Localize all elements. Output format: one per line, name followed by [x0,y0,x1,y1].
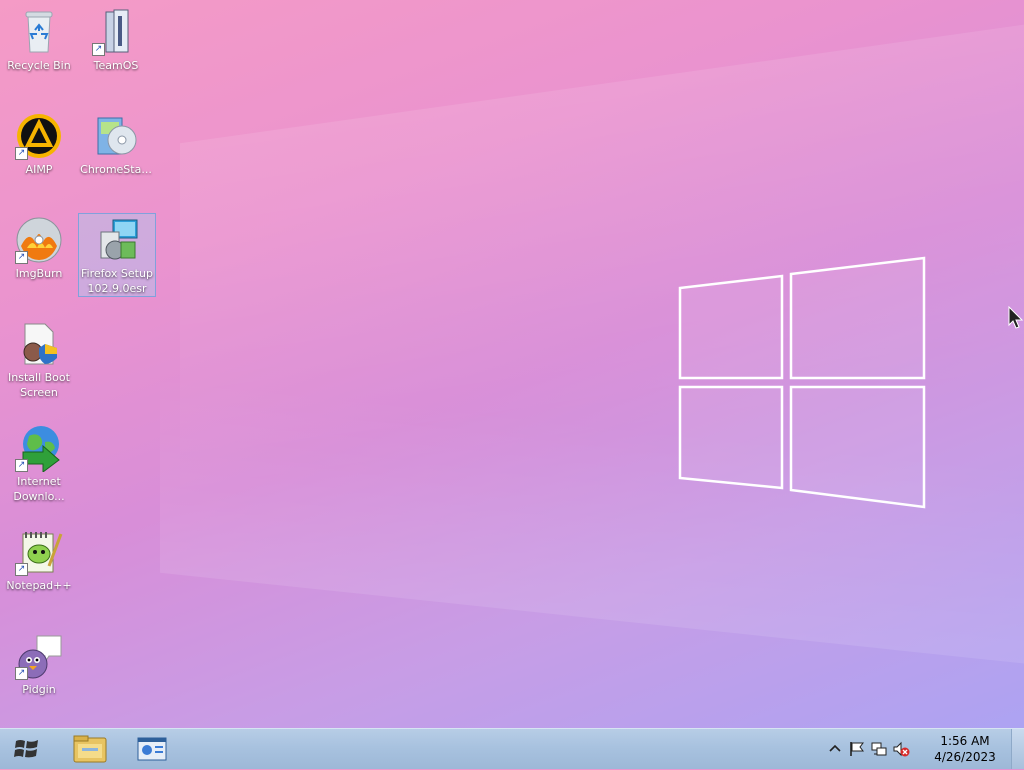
taskbar: 1:56 AM 4/26/2023 [0,728,1024,769]
desktop-icon-firefox-setup[interactable]: Firefox Setup 102.9.0esr [78,213,156,297]
clock-date: 4/26/2023 [934,750,996,764]
desktop-icon-label: TeamOS [93,59,139,72]
action-center-button[interactable] [848,740,866,758]
mouse-cursor-icon [1008,306,1024,329]
desktop-icon-imgburn[interactable]: ↗ ImgBurn [1,216,77,281]
desktop-icon-label: AIMP [25,163,53,176]
system-tray [824,729,924,769]
file-explorer-icon [73,735,107,763]
shortcut-arrow-icon: ↗ [15,459,28,472]
show-hidden-icons-button[interactable] [826,740,844,758]
shortcut-arrow-icon: ↗ [15,147,28,160]
desktop-icon-internet-download-manager[interactable]: ↗ Internet Downlo... [1,424,77,504]
desktop[interactable]: Recycle Bin ↗ TeamOS ↗ AIMP ChromeSta...… [0,0,1024,728]
clock-time: 1:56 AM [940,734,990,748]
taskbar-file-explorer-button[interactable] [66,732,114,766]
start-button[interactable] [0,729,56,769]
desktop-icon-label: Notepad++ [6,579,72,592]
desktop-icon-aimp[interactable]: ↗ AIMP [1,112,77,177]
taskbar-control-panel-button[interactable] [128,732,176,766]
windows-logo-icon [14,740,38,758]
taskbar-clock[interactable]: 1:56 AM 4/26/2023 [930,733,1000,765]
desktop-icon-label: Firefox Setup 102.9.0esr [81,267,153,295]
desktop-icon-teamos[interactable]: ↗ TeamOS [78,8,154,73]
volume-muted-icon [893,741,910,757]
desktop-icon-label: ImgBurn [15,267,63,280]
boot-installer-icon [23,323,57,365]
desktop-icon-label: ChromeSta... [80,163,152,176]
shortcut-arrow-icon: ↗ [15,667,28,680]
desktop-icon-label: Recycle Bin [7,59,71,72]
wallpaper-windows-logo [678,256,926,509]
desktop-icon-notepad-plus-plus[interactable]: ↗ Notepad++ [1,528,77,593]
desktop-icon-chromesta[interactable]: ChromeSta... [78,112,154,177]
desktop-icon-label: Internet Downlo... [13,475,65,503]
recycle-bin-icon [25,11,53,53]
desktop-icon-install-boot-screen[interactable]: Install Boot Screen [1,320,77,400]
shortcut-arrow-icon: ↗ [15,251,28,264]
action-center-flag-icon [850,742,864,756]
desktop-icon-recycle-bin[interactable]: Recycle Bin [1,8,77,73]
network-icon [871,742,887,756]
installer-cd-icon [97,117,137,155]
volume-button[interactable] [892,740,910,758]
shortcut-arrow-icon: ↗ [92,43,105,56]
desktop-icon-label: Install Boot Screen [8,371,70,399]
setup-installer-icon [100,219,138,260]
shortcut-arrow-icon: ↗ [15,563,28,576]
show-hidden-icons-chevron-icon [829,744,841,752]
desktop-icon-pidgin[interactable]: ↗ Pidgin [1,632,77,697]
network-button[interactable] [870,740,888,758]
desktop-icon-label: Pidgin [22,683,56,696]
control-panel-icon [137,737,167,761]
show-desktop-button[interactable] [1011,729,1024,769]
